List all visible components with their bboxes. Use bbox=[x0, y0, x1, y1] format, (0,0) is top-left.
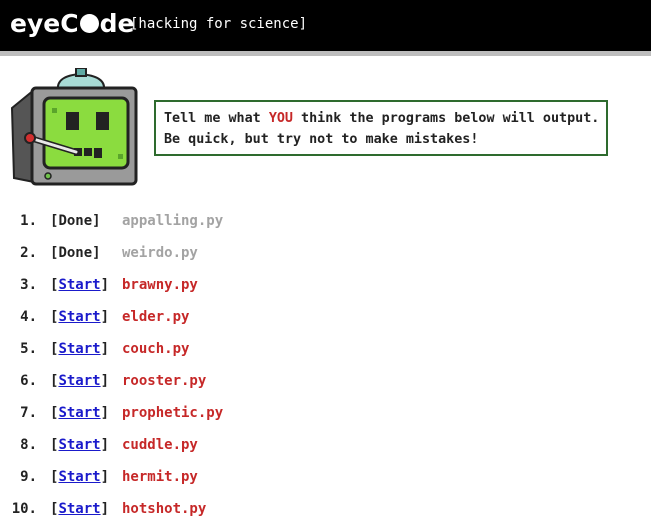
program-row: 4. [Start] elder.py bbox=[0, 306, 651, 328]
program-row: 2. [Done] weirdo.py bbox=[0, 242, 651, 264]
start-link[interactable]: Start bbox=[58, 405, 100, 421]
status-start: [Start] bbox=[50, 437, 110, 453]
status-done: [Done] bbox=[50, 213, 101, 229]
start-link[interactable]: Start bbox=[58, 309, 100, 325]
program-number: 10. bbox=[11, 501, 37, 517]
program-number: 8. bbox=[20, 437, 37, 453]
emphasis-you: YOU bbox=[268, 111, 293, 126]
program-number: 4. bbox=[20, 309, 37, 325]
program-row: 3. [Start] brawny.py bbox=[0, 274, 651, 296]
program-number: 6. bbox=[20, 373, 37, 389]
status-start: [Start] bbox=[50, 405, 110, 421]
instructions-line-2: Be quick, but try not to make mistakes! bbox=[164, 132, 479, 147]
program-number: 9. bbox=[20, 469, 37, 485]
program-row: 6. [Start] rooster.py bbox=[0, 370, 651, 392]
eyecode-logo[interactable]: eyeC de bbox=[10, 8, 134, 40]
start-link[interactable]: Start bbox=[58, 373, 100, 389]
program-filename: elder.py bbox=[122, 309, 190, 325]
program-number: 3. bbox=[20, 277, 37, 293]
program-row: 1. [Done] appalling.py bbox=[0, 210, 651, 232]
program-number: 5. bbox=[20, 341, 37, 357]
sick-computer-mascot-icon bbox=[10, 68, 138, 186]
tagline: [hacking for science] bbox=[130, 16, 308, 32]
instructions-line-1: Tell me what YOU think the programs belo… bbox=[164, 111, 600, 126]
status-start: [Start] bbox=[50, 501, 110, 517]
program-row: 8. [Start] cuddle.py bbox=[0, 434, 651, 456]
status-done: [Done] bbox=[50, 245, 101, 261]
start-link[interactable]: Start bbox=[58, 501, 100, 517]
program-filename: couch.py bbox=[122, 341, 190, 357]
program-filename: prophetic.py bbox=[122, 405, 224, 421]
program-filename: hermit.py bbox=[122, 469, 198, 485]
status-start: [Start] bbox=[50, 469, 110, 485]
program-filename: appalling.py bbox=[122, 213, 224, 229]
program-row: 5. [Start] couch.py bbox=[0, 338, 651, 360]
program-row: 7. [Start] prophetic.py bbox=[0, 402, 651, 424]
program-filename: rooster.py bbox=[122, 373, 207, 389]
status-start: [Start] bbox=[50, 341, 110, 357]
logo-prefix: eyeC bbox=[10, 9, 79, 38]
program-row: 9. [Start] hermit.py bbox=[0, 466, 651, 488]
program-filename: brawny.py bbox=[122, 277, 198, 293]
start-link[interactable]: Start bbox=[58, 277, 100, 293]
logo-eye-dot-icon bbox=[79, 14, 99, 33]
instructions-box: Tell me what YOU think the programs belo… bbox=[154, 100, 608, 156]
start-link[interactable]: Start bbox=[58, 469, 100, 485]
status-start: [Start] bbox=[50, 277, 110, 293]
header-bar: eyeC de [hacking for science] bbox=[0, 0, 651, 51]
program-row: 10. [Start] hotshot.py bbox=[0, 498, 651, 520]
status-start: [Start] bbox=[50, 373, 110, 389]
program-filename: weirdo.py bbox=[122, 245, 198, 261]
start-link[interactable]: Start bbox=[58, 437, 100, 453]
start-link[interactable]: Start bbox=[58, 341, 100, 357]
program-filename: hotshot.py bbox=[122, 501, 207, 517]
status-start: [Start] bbox=[50, 309, 110, 325]
header-divider bbox=[0, 51, 651, 56]
program-number: 2. bbox=[20, 245, 37, 261]
program-number: 7. bbox=[20, 405, 37, 421]
program-filename: cuddle.py bbox=[122, 437, 198, 453]
program-number: 1. bbox=[20, 213, 37, 229]
